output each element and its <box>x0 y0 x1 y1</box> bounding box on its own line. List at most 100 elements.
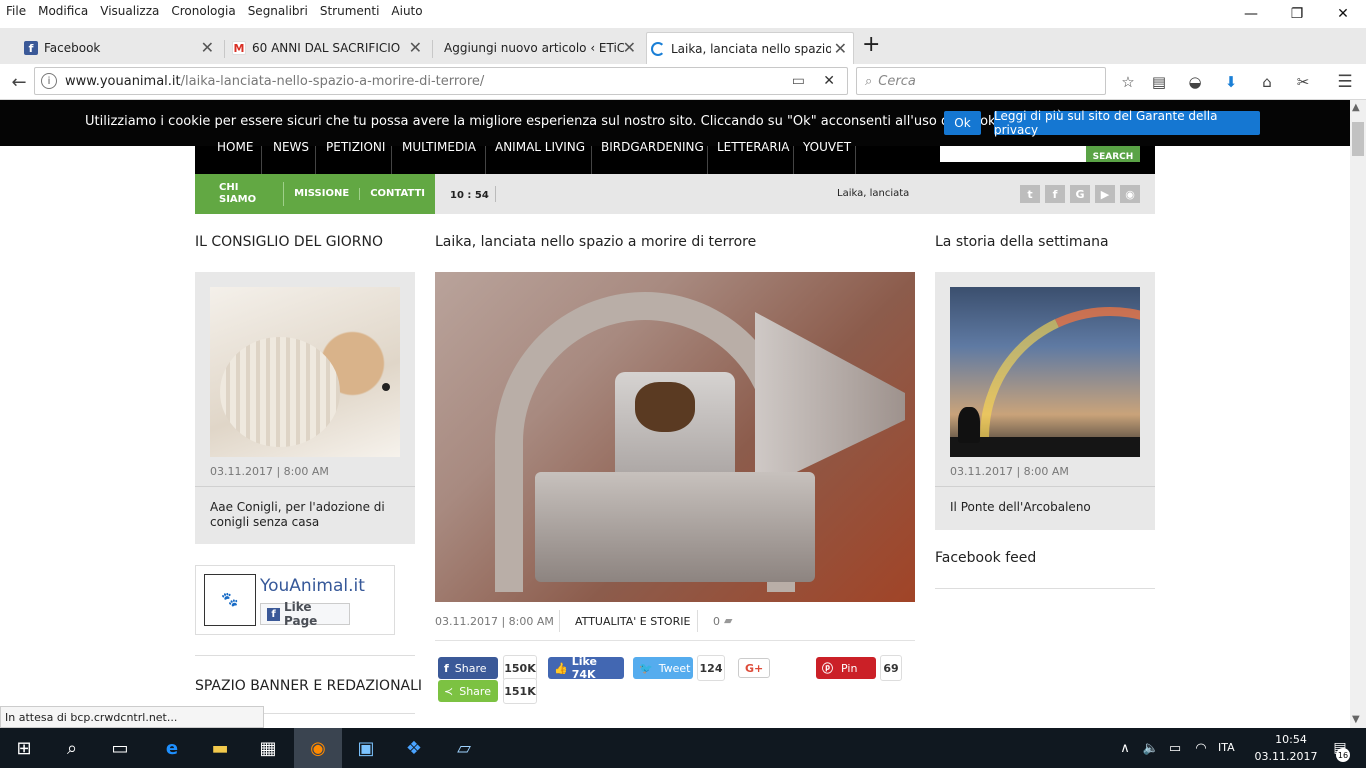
tab-laika[interactable]: Laika, lanciata nello spazio a ✕ <box>646 32 854 64</box>
fb-share-button[interactable]: f Share <box>438 657 498 679</box>
tab-label: Laika, lanciata nello spazio a <box>671 41 831 56</box>
tip-caption[interactable]: Aae Conigli, per l'adozione di conigli s… <box>210 500 390 530</box>
volume-icon[interactable]: 🔈 <box>1138 728 1164 768</box>
tab-eticin[interactable]: Aggiungi nuovo articolo ‹ ETiCin ✕ <box>420 32 642 64</box>
search-icon[interactable]: ⌕ <box>48 728 96 768</box>
menu-visualizza[interactable]: Visualizza <box>94 4 165 18</box>
back-icon[interactable]: ← <box>8 71 30 93</box>
file-explorer-icon[interactable]: ▬ <box>196 728 244 768</box>
cookie-ok-button[interactable]: Ok <box>944 111 981 135</box>
menu-modifica[interactable]: Modifica <box>32 4 94 18</box>
comment-icon: ▰ <box>724 614 733 627</box>
app-icon[interactable]: ▣ <box>342 728 390 768</box>
dropbox-icon[interactable]: ❖ <box>390 728 438 768</box>
nav-animal-living[interactable]: ANIMAL LIVING <box>495 140 585 154</box>
tab-gmail[interactable]: M 60 ANNI DAL SACRIFICIO DI ✕ <box>228 32 428 64</box>
twitter-icon[interactable]: t <box>1020 185 1040 203</box>
menu-bar: File Modifica Visualizza Cronologia Segn… <box>0 0 1366 22</box>
language-indicator[interactable]: ITA <box>1218 741 1235 754</box>
tweet-button[interactable]: 🐦 Tweet <box>633 657 693 679</box>
info-icon[interactable]: i <box>41 73 57 89</box>
notification-count-badge: 16 <box>1336 748 1350 762</box>
pocket-icon[interactable]: ◒ <box>1184 71 1206 93</box>
tip-card[interactable]: 03.11.2017 | 8:00 AM Aae Conigli, per l'… <box>195 272 415 544</box>
fb-page-widget: 🐾 YouAnimal.it f Like Page <box>195 565 395 635</box>
menu-aiuto[interactable]: Aiuto <box>385 4 428 18</box>
minimize-button[interactable]: — <box>1228 0 1274 28</box>
battery-icon[interactable]: ▭ <box>1162 728 1188 768</box>
tab-bar: f Facebook ✕ M 60 ANNI DAL SACRIFICIO DI… <box>0 28 1366 64</box>
nav-birdgardening[interactable]: BIRDGARDENING <box>601 140 704 154</box>
pin-count: 69 <box>880 655 902 681</box>
firefox-icon[interactable]: ◉ <box>294 728 342 768</box>
new-tab-button[interactable]: + <box>862 32 880 57</box>
store-icon[interactable]: ▦ <box>244 728 292 768</box>
pin-button[interactable]: ⓟ Pin <box>816 657 876 679</box>
fb-like-page-button[interactable]: f Like Page <box>260 600 350 628</box>
subnav-contatti[interactable]: CONTATTI <box>360 188 435 200</box>
article-category[interactable]: ATTUALITA' E STORIE <box>575 615 690 628</box>
windows-start-icon[interactable]: ⊞ <box>0 728 48 768</box>
nav-petizioni[interactable]: PETIZIONI <box>326 140 385 154</box>
clock-date[interactable]: 03.11.2017 <box>1252 750 1320 763</box>
close-tab-icon[interactable]: ✕ <box>201 38 214 57</box>
menu-icon[interactable]: ☰ <box>1334 71 1356 93</box>
stop-icon[interactable]: ✕ <box>823 73 835 89</box>
scroll-down-icon[interactable]: ▼ <box>1352 714 1360 725</box>
google-icon[interactable]: G <box>1070 185 1090 203</box>
news-ticker[interactable]: Laika, lanciata <box>837 188 909 199</box>
url-bar[interactable]: i www.youanimal.it/laika-lanciata-nello-… <box>34 67 848 95</box>
page-scrollbar[interactable] <box>1350 100 1366 728</box>
task-view-icon[interactable]: ▭ <box>96 728 144 768</box>
rss-icon[interactable]: ◉ <box>1120 185 1140 203</box>
extension-icon[interactable]: ✂ <box>1292 71 1314 93</box>
subnav-chi-siamo[interactable]: CHI SIAMO <box>195 182 285 206</box>
notes-icon[interactable]: ▱ <box>440 728 488 768</box>
scrollbar-thumb[interactable] <box>1352 122 1364 156</box>
search-input[interactable]: ⌕ Cerca <box>856 67 1106 95</box>
subnav-missione[interactable]: MISSIONE <box>284 188 361 200</box>
site-search-input[interactable] <box>940 146 1086 162</box>
site-search-button[interactable]: SEARCH <box>1086 146 1140 162</box>
fb-like-button[interactable]: 👍 Like 74K <box>548 655 624 681</box>
close-tab-icon[interactable]: ✕ <box>834 39 847 58</box>
nav-multimedia[interactable]: MULTIMEDIA <box>402 140 476 154</box>
fb-like-label: Like 74K <box>571 655 597 681</box>
fb-like-label: Like Page <box>284 600 318 628</box>
fb-page-name[interactable]: YouAnimal.it <box>260 576 365 596</box>
generic-share-button[interactable]: ≺ Share <box>438 680 498 702</box>
sub-nav: CHI SIAMO MISSIONE CONTATTI <box>195 174 435 214</box>
nav-home[interactable]: HOME <box>217 140 253 154</box>
story-caption[interactable]: Il Ponte dell'Arcobaleno <box>950 500 1091 514</box>
wifi-icon[interactable]: ◠ <box>1188 728 1214 768</box>
download-icon[interactable]: ⬇ <box>1220 71 1242 93</box>
facebook-icon[interactable]: f <box>1045 185 1065 203</box>
nav-youvet[interactable]: YOUVET <box>803 140 851 154</box>
youtube-icon[interactable]: ▶ <box>1095 185 1115 203</box>
scroll-up-icon[interactable]: ▲ <box>1352 102 1360 113</box>
menu-file[interactable]: File <box>0 4 32 18</box>
gplus-button[interactable]: G+ <box>738 658 770 678</box>
nav-news[interactable]: NEWS <box>273 140 309 154</box>
facebook-icon: f <box>24 41 38 55</box>
bookmark-star-icon[interactable]: ☆ <box>1117 71 1139 93</box>
story-card[interactable]: 03.11.2017 | 8:00 AM Il Ponte dell'Arcob… <box>935 272 1155 530</box>
comment-count[interactable]: 0 <box>713 615 720 628</box>
edge-icon[interactable]: e <box>148 728 196 768</box>
close-window-button[interactable]: ✕ <box>1320 0 1366 28</box>
menu-segnalibri[interactable]: Segnalibri <box>242 4 314 18</box>
tab-facebook[interactable]: f Facebook ✕ <box>20 32 220 64</box>
menu-cronologia[interactable]: Cronologia <box>165 4 241 18</box>
menu-strumenti[interactable]: Strumenti <box>314 4 386 18</box>
library-icon[interactable]: ▤ <box>1148 71 1170 93</box>
reader-view-icon[interactable]: ▭ <box>792 73 805 89</box>
home-icon[interactable]: ⌂ <box>1256 71 1278 93</box>
close-tab-icon[interactable]: ✕ <box>623 38 636 57</box>
nav-letteraria[interactable]: LETTERARIA <box>717 140 789 154</box>
cookie-more-button[interactable]: Leggi di più sul sito del Garante della … <box>994 109 1260 137</box>
clock-time[interactable]: 10:54 <box>1262 733 1320 746</box>
facebook-icon: f <box>444 661 449 675</box>
tray-chevron-icon[interactable]: ∧ <box>1112 728 1138 768</box>
restore-button[interactable]: ❐ <box>1274 0 1320 28</box>
tab-label: 60 ANNI DAL SACRIFICIO DI <box>252 41 402 55</box>
